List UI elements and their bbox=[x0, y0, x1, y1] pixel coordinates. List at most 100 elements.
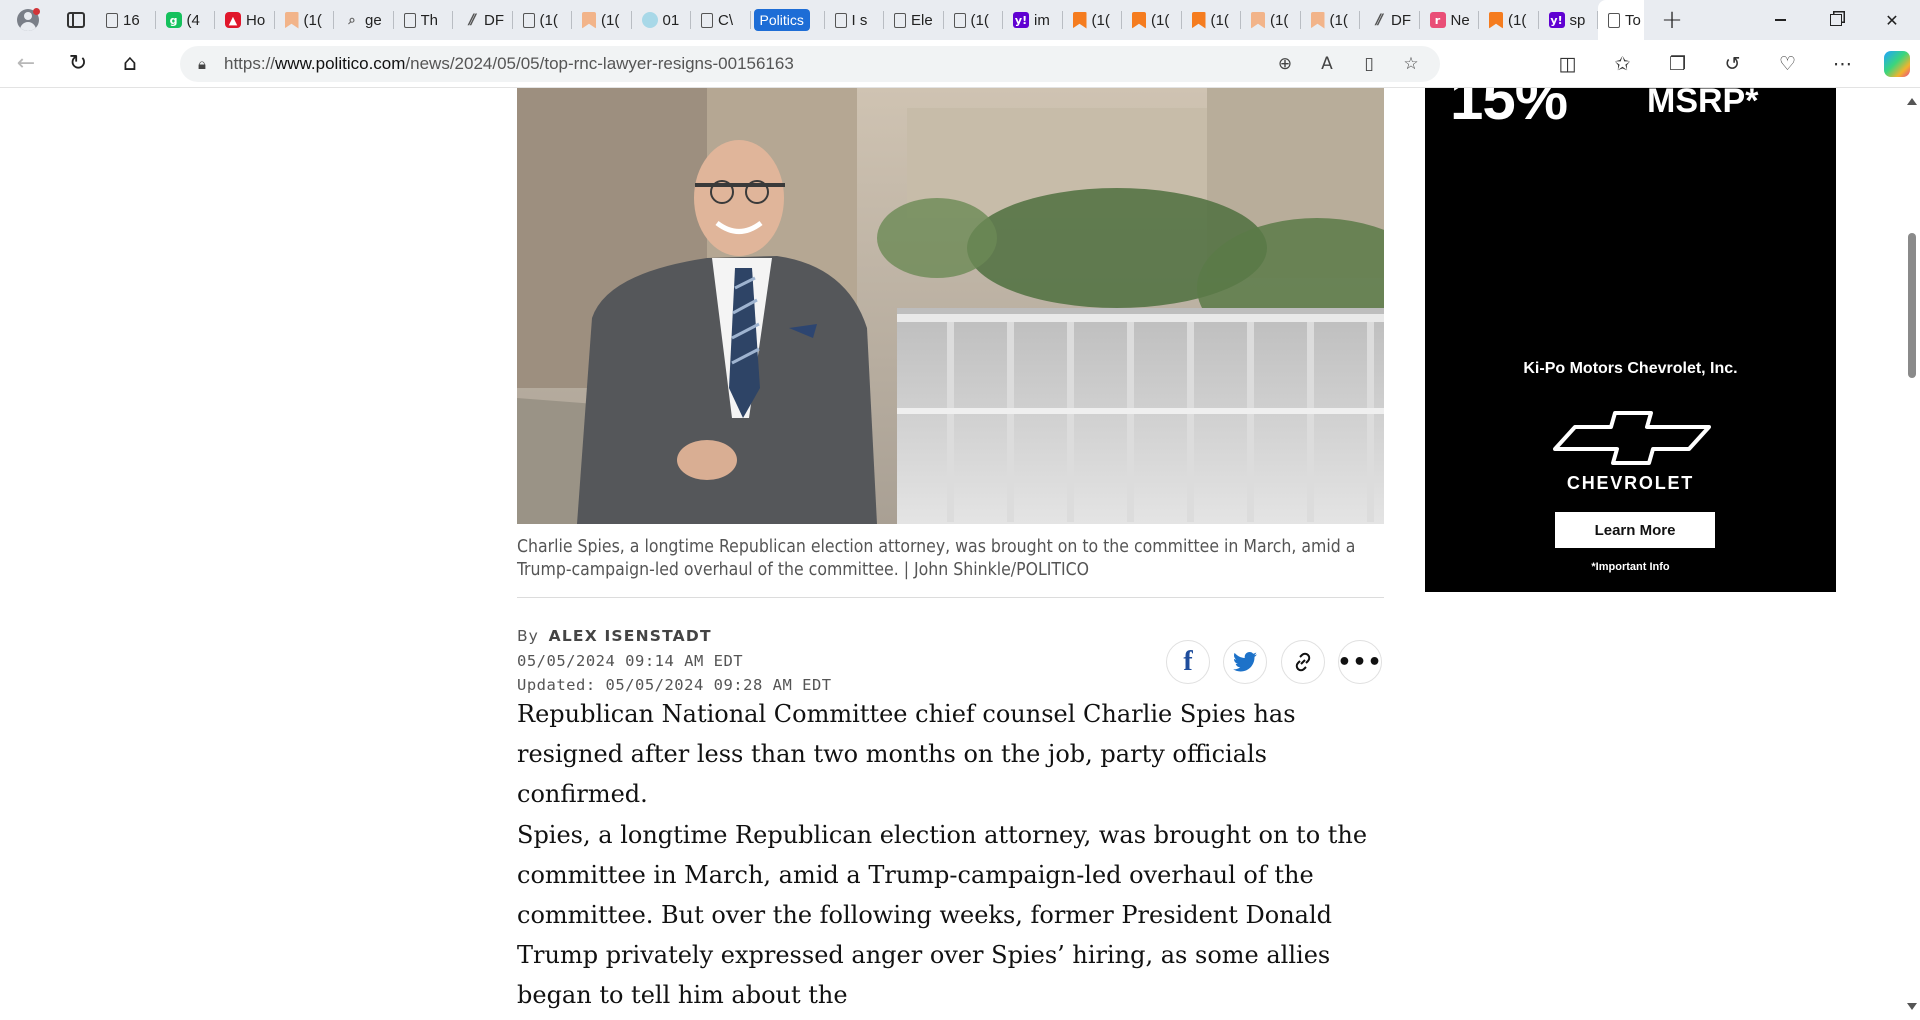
tab-title: I s bbox=[851, 11, 868, 29]
browser-essentials-icon[interactable]: ♡ bbox=[1760, 53, 1815, 75]
article-paragraph: Republican National Committee chief coun… bbox=[517, 700, 1296, 808]
minimize-button[interactable] bbox=[1752, 0, 1808, 40]
yahoo-icon: y! bbox=[1548, 12, 1565, 28]
facebook-icon: f bbox=[1183, 646, 1193, 677]
back-button[interactable]: ← bbox=[0, 40, 52, 88]
slash-icon: // bbox=[468, 12, 476, 28]
scroll-up-arrow-icon[interactable] bbox=[1907, 98, 1917, 105]
profile-button[interactable] bbox=[0, 0, 56, 40]
ad-dealer-name: Ki-Po Motors Chevrolet, Inc. bbox=[1523, 360, 1738, 377]
tab-title: (1( bbox=[1151, 11, 1170, 29]
browser-tab[interactable]: g (4 bbox=[156, 0, 216, 40]
grammarly-icon: g bbox=[165, 12, 182, 28]
url-text[interactable]: https://www.politico.com/news/2024/05/05… bbox=[224, 54, 1274, 74]
browser-tab[interactable]: Th bbox=[394, 0, 454, 40]
browser-tab[interactable]: C\ bbox=[691, 0, 751, 40]
tab-title: (1( bbox=[601, 11, 620, 29]
ad-headline-partial: 15% bbox=[1450, 88, 1568, 132]
lock-icon[interactable]: 🔒︎ bbox=[180, 55, 224, 73]
browser-tab[interactable]: I s bbox=[825, 0, 885, 40]
zoom-icon[interactable]: ⊕ bbox=[1274, 54, 1296, 74]
browser-tab[interactable]: Politics bbox=[751, 0, 825, 40]
bookmark-icon bbox=[1191, 11, 1206, 29]
browser-tab[interactable]: ▲ Ho bbox=[215, 0, 275, 40]
author-link[interactable]: ALEX ISENSTADT bbox=[549, 627, 712, 645]
doc-icon bbox=[894, 12, 906, 28]
tab-title: (1( bbox=[539, 11, 558, 29]
tab-title: (1( bbox=[970, 11, 989, 29]
tab-group-label[interactable]: Politics bbox=[753, 9, 810, 31]
browser-tab-active[interactable]: To✕ bbox=[1598, 0, 1644, 40]
new-tab-button[interactable]: + bbox=[1644, 0, 1700, 40]
favorite-star-icon[interactable]: ☆ bbox=[1400, 54, 1422, 74]
bookmark-icon bbox=[284, 11, 299, 29]
browser-tab[interactable]: ⌕ ge bbox=[334, 0, 394, 40]
pink-app-icon: r bbox=[1429, 12, 1446, 28]
url-host: www.politico.com bbox=[275, 54, 406, 73]
tab-actions-button[interactable] bbox=[56, 0, 96, 40]
ad-msrp-partial: MSRP* bbox=[1647, 88, 1759, 120]
scroll-down-arrow-icon[interactable] bbox=[1907, 1003, 1917, 1010]
address-bar[interactable]: 🔒︎ https://www.politico.com/news/2024/05… bbox=[180, 46, 1440, 82]
vertical-scrollbar[interactable] bbox=[1904, 88, 1920, 1020]
url-path: /news/2024/05/05/top-rnc-lawyer-resigns-… bbox=[405, 54, 794, 73]
link-icon bbox=[1295, 652, 1311, 672]
doc-icon bbox=[953, 12, 966, 28]
browser-tab[interactable]: y! sp bbox=[1539, 0, 1599, 40]
history-icon[interactable]: ↺ bbox=[1705, 53, 1760, 75]
ad-important-info-link[interactable]: *Important Info bbox=[1425, 561, 1836, 573]
tab-title: Ne bbox=[1450, 11, 1470, 29]
browser-tab[interactable]: Ele bbox=[884, 0, 944, 40]
browser-tab[interactable]: (1( bbox=[1479, 0, 1539, 40]
close-window-button[interactable]: ✕ bbox=[1864, 0, 1920, 40]
tab-title: (1( bbox=[1508, 11, 1527, 29]
browser-tab[interactable]: (1( bbox=[1301, 0, 1361, 40]
tab-title: Ele bbox=[911, 11, 933, 29]
twitter-bird-icon bbox=[1233, 652, 1257, 672]
doc-icon bbox=[701, 12, 713, 28]
refresh-button[interactable]: ↻ bbox=[52, 40, 104, 88]
immersive-reader-icon[interactable]: ▯ bbox=[1358, 54, 1380, 74]
settings-more-icon[interactable]: ⋯ bbox=[1815, 53, 1870, 75]
browser-tab[interactable]: y! im bbox=[1003, 0, 1063, 40]
scrollbar-thumb[interactable] bbox=[1908, 233, 1916, 378]
browser-tab[interactable]: (1( bbox=[1122, 0, 1182, 40]
browser-tab[interactable]: (1( bbox=[513, 0, 573, 40]
browser-tab[interactable]: (1( bbox=[572, 0, 632, 40]
advertisement[interactable]: 15% MSRP* Ki-Po Motors Chevrolet, Inc. C… bbox=[1425, 88, 1836, 592]
article-paragraph: Spies, a longtime Republican election at… bbox=[517, 821, 1368, 1009]
browser-tab[interactable]: r Ne bbox=[1420, 0, 1480, 40]
byline-prefix: By bbox=[517, 627, 539, 645]
tab-title: Ho bbox=[246, 11, 266, 29]
photo-caption: Charlie Spies, a longtime Republican ele… bbox=[517, 537, 1356, 580]
copy-link-button[interactable] bbox=[1281, 640, 1325, 684]
tab-title: Th bbox=[420, 11, 439, 29]
tab-title: 16 bbox=[123, 11, 140, 29]
favorites-icon[interactable]: ✩ bbox=[1595, 53, 1650, 75]
share-twitter-button[interactable] bbox=[1223, 640, 1267, 684]
copilot-icon[interactable] bbox=[1884, 51, 1910, 77]
browser-tab[interactable]: (1( bbox=[1241, 0, 1301, 40]
browser-tab[interactable]: (1( bbox=[1182, 0, 1242, 40]
read-aloud-icon[interactable]: A bbox=[1316, 54, 1338, 74]
tab-actions-icon bbox=[67, 12, 85, 28]
split-screen-icon[interactable]: ◫ bbox=[1540, 53, 1595, 75]
chat-icon bbox=[641, 12, 658, 28]
home-button[interactable]: ⌂ bbox=[104, 40, 156, 88]
share-facebook-button[interactable]: f bbox=[1166, 640, 1210, 684]
ad-learn-more-button[interactable]: Learn More bbox=[1555, 512, 1715, 548]
browser-tab[interactable]: // DF bbox=[1360, 0, 1420, 40]
browser-tab[interactable]: (1( bbox=[1063, 0, 1123, 40]
browser-tab[interactable]: 16 bbox=[96, 0, 156, 40]
collections-icon[interactable]: ❐ bbox=[1650, 53, 1705, 75]
ad-brand-wordmark: CHEVROLET bbox=[1566, 473, 1695, 493]
browser-tab[interactable]: 01 bbox=[632, 0, 692, 40]
browser-tab[interactable]: (1( bbox=[944, 0, 1004, 40]
tab-title: To bbox=[1625, 11, 1641, 29]
yahoo-icon: y! bbox=[1013, 12, 1029, 28]
browser-tab[interactable]: // DF bbox=[453, 0, 513, 40]
page-content: Charlie Spies, a longtime Republican ele… bbox=[0, 88, 1920, 1020]
restore-button[interactable] bbox=[1808, 0, 1864, 40]
browser-tab[interactable]: (1( bbox=[275, 0, 335, 40]
more-share-options-button[interactable]: ••• bbox=[1337, 640, 1382, 684]
